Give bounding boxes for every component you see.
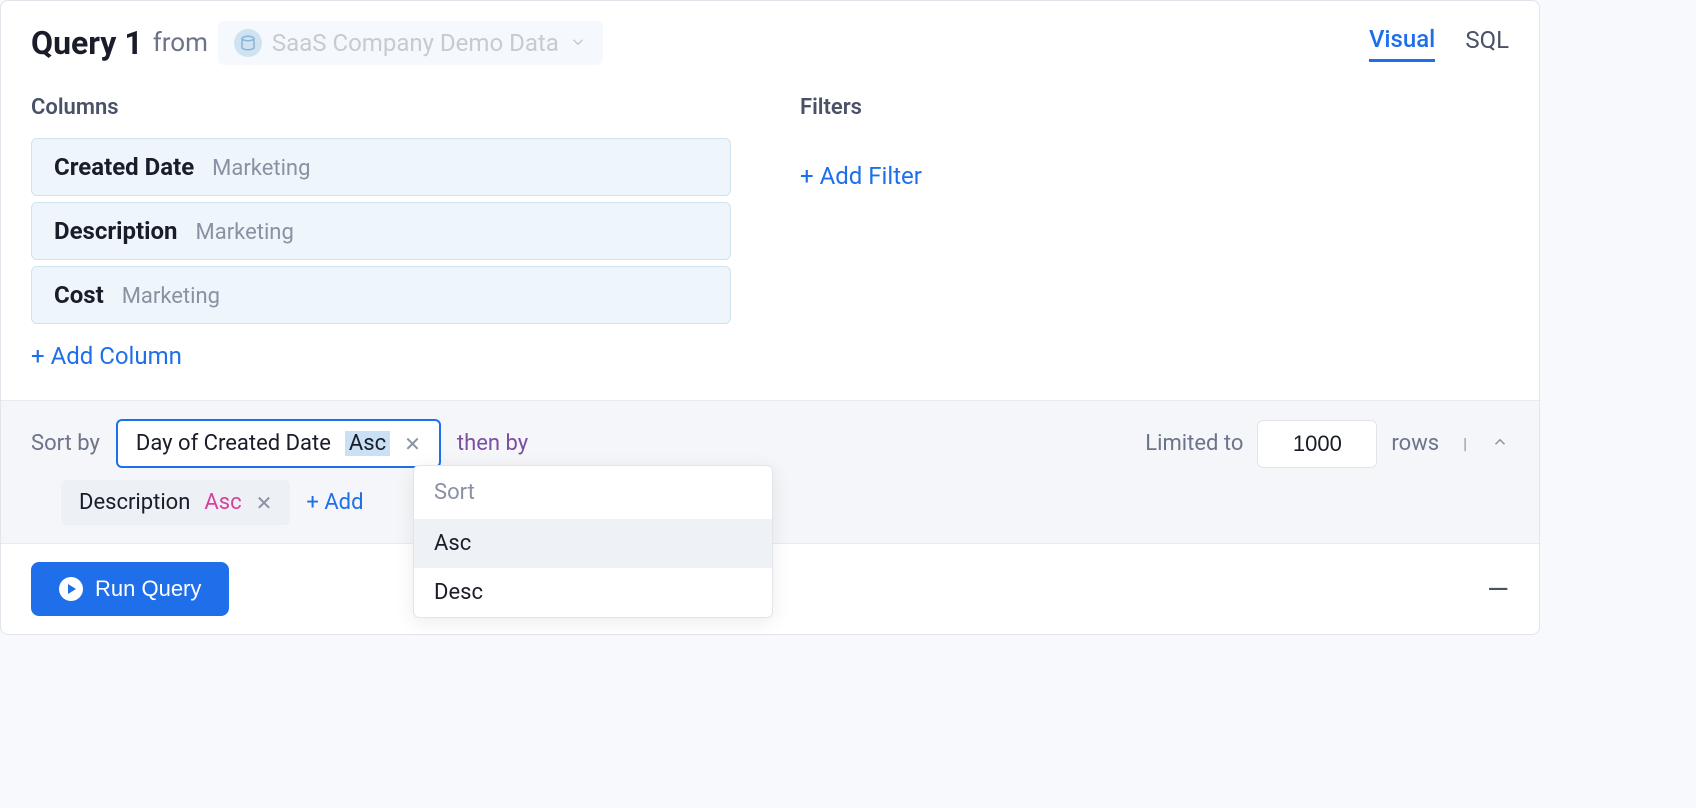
- column-item[interactable]: Cost Marketing: [31, 266, 731, 324]
- query-title[interactable]: Query 1: [31, 24, 143, 62]
- limit-input[interactable]: [1257, 420, 1377, 468]
- database-icon: [234, 29, 262, 57]
- sort-primary-chip[interactable]: Day of Created Date Asc ✕: [116, 419, 441, 468]
- sort-primary-field: Day of Created Date: [136, 431, 331, 456]
- sort-direction-dropdown: Sort Asc Desc: [413, 465, 773, 618]
- connection-name: SaaS Company Demo Data: [272, 29, 559, 57]
- sort-by-label: Sort by: [31, 431, 100, 456]
- tab-sql[interactable]: SQL: [1465, 26, 1509, 60]
- limited-to-label: Limited to: [1145, 431, 1243, 456]
- remove-sort-secondary[interactable]: ✕: [256, 491, 273, 515]
- sort-secondary-direction[interactable]: Asc: [204, 490, 241, 515]
- then-by-label: then by: [457, 431, 528, 456]
- sort-secondary-chip[interactable]: Description Asc ✕: [61, 480, 290, 525]
- columns-heading: Columns: [31, 95, 740, 120]
- sort-secondary-field: Description: [79, 490, 190, 515]
- column-name: Description: [54, 217, 178, 245]
- dropdown-option-desc[interactable]: Desc: [414, 568, 772, 617]
- remove-sort-primary[interactable]: ✕: [404, 432, 421, 456]
- chevron-down-icon: [569, 29, 587, 57]
- sort-primary-direction[interactable]: Asc: [345, 431, 390, 456]
- divider: |: [1453, 434, 1477, 453]
- filters-heading: Filters: [800, 95, 1509, 120]
- add-sort-button[interactable]: + Add: [306, 490, 363, 515]
- column-source: Marketing: [196, 220, 294, 245]
- play-icon: [59, 577, 83, 601]
- tab-visual[interactable]: Visual: [1369, 25, 1435, 62]
- column-item[interactable]: Description Marketing: [31, 202, 731, 260]
- column-source: Marketing: [212, 156, 310, 181]
- dropdown-header: Sort: [414, 466, 772, 519]
- connection-selector[interactable]: SaaS Company Demo Data: [218, 21, 603, 65]
- minimize-icon[interactable]: —: [1487, 573, 1509, 606]
- collapse-chevron-icon[interactable]: [1491, 433, 1509, 455]
- run-query-label: Run Query: [95, 576, 201, 602]
- column-name: Created Date: [54, 153, 194, 181]
- column-name: Cost: [54, 281, 104, 309]
- rows-label: rows: [1391, 431, 1439, 456]
- column-source: Marketing: [122, 284, 220, 309]
- add-filter-button[interactable]: + Add Filter: [800, 162, 922, 190]
- run-query-button[interactable]: Run Query: [31, 562, 229, 616]
- add-column-button[interactable]: + Add Column: [31, 342, 182, 370]
- column-item[interactable]: Created Date Marketing: [31, 138, 731, 196]
- dropdown-option-asc[interactable]: Asc: [414, 519, 772, 568]
- from-label: from: [153, 28, 208, 58]
